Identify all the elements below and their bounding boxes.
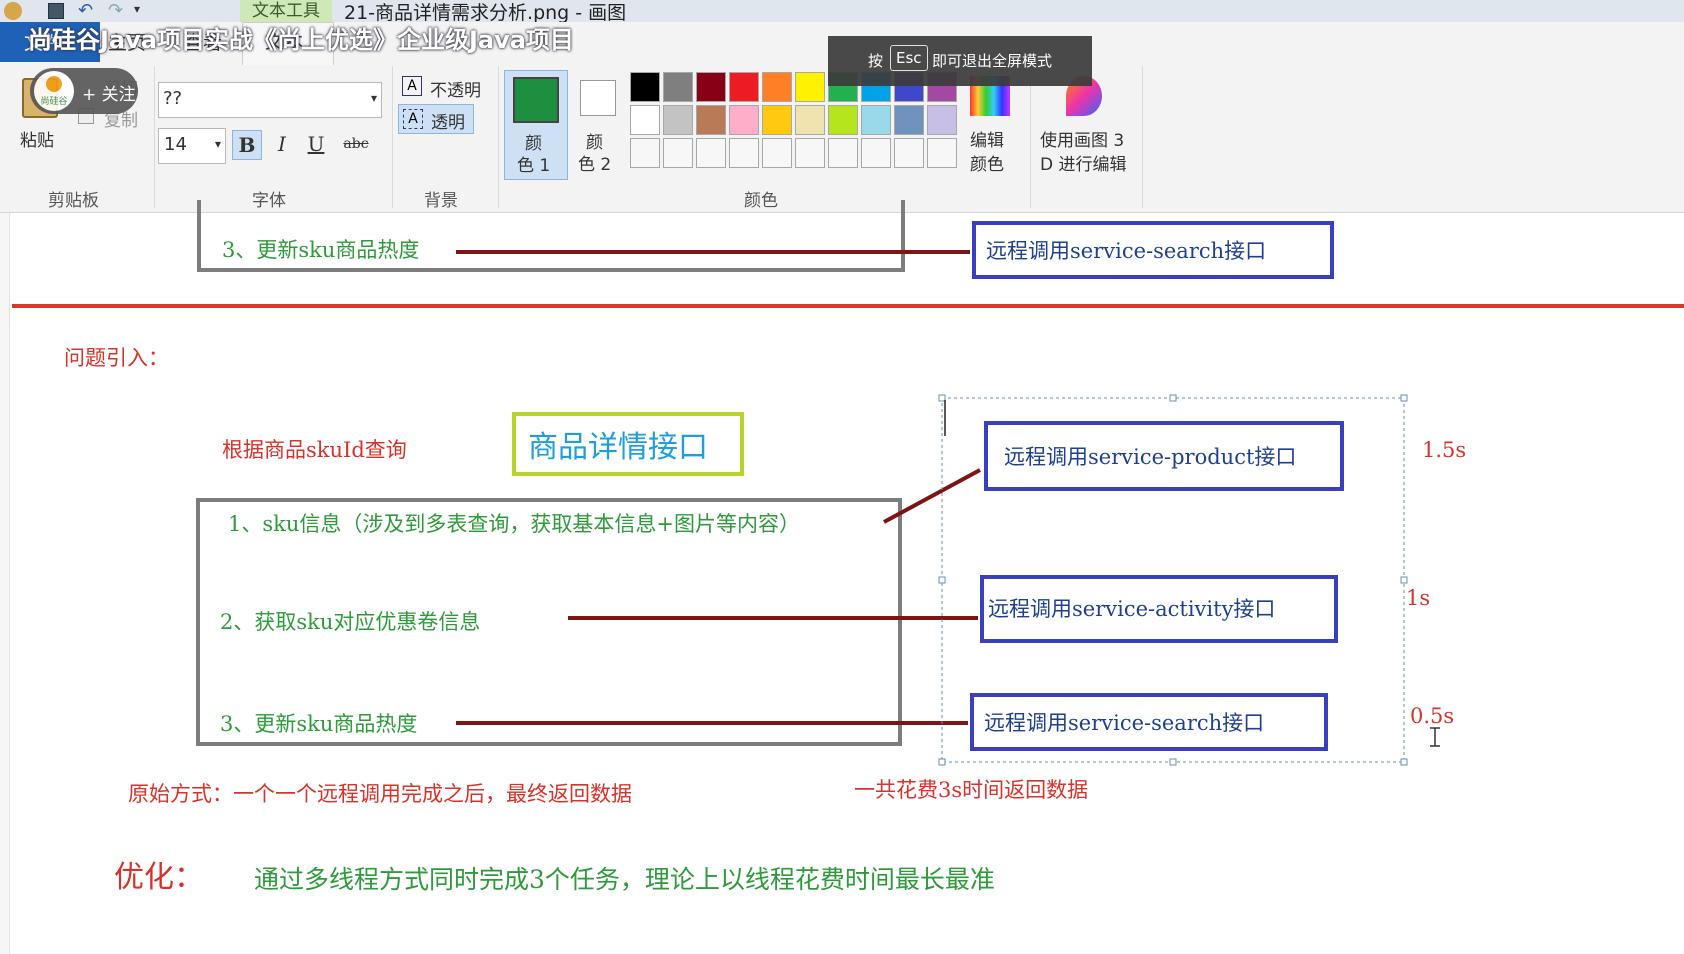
time-search: 0.5s: [1410, 704, 1455, 728]
activity-service-box: 远程调用service-activity接口: [980, 575, 1338, 643]
connector-product: [883, 468, 981, 524]
optimization-label: 优化：: [114, 860, 204, 895]
search-service-text: 远程调用service-search接口: [984, 711, 1265, 735]
activity-service-text: 远程调用service-activity接口: [988, 597, 1276, 621]
optimization-text: 通过多线程方式同时完成3个任务，理论上以线程花费时间最长最准: [254, 865, 995, 894]
search-service-box: 远程调用service-search接口: [970, 693, 1328, 751]
product-service-box: 远程调用service-product接口: [984, 421, 1344, 491]
product-service-text: 远程调用service-product接口: [1004, 445, 1297, 469]
text-cursor-icon: [1430, 727, 1440, 747]
time-product: 1.5s: [1422, 438, 1467, 462]
connector-lines: [456, 394, 1440, 766]
time-activity: 1s: [1406, 586, 1431, 610]
total-time-text: 一共花费3s时间返回数据: [854, 778, 1089, 802]
original-approach-text: 原始方式：一个一个远程调用完成之后，最终返回数据: [128, 782, 632, 806]
